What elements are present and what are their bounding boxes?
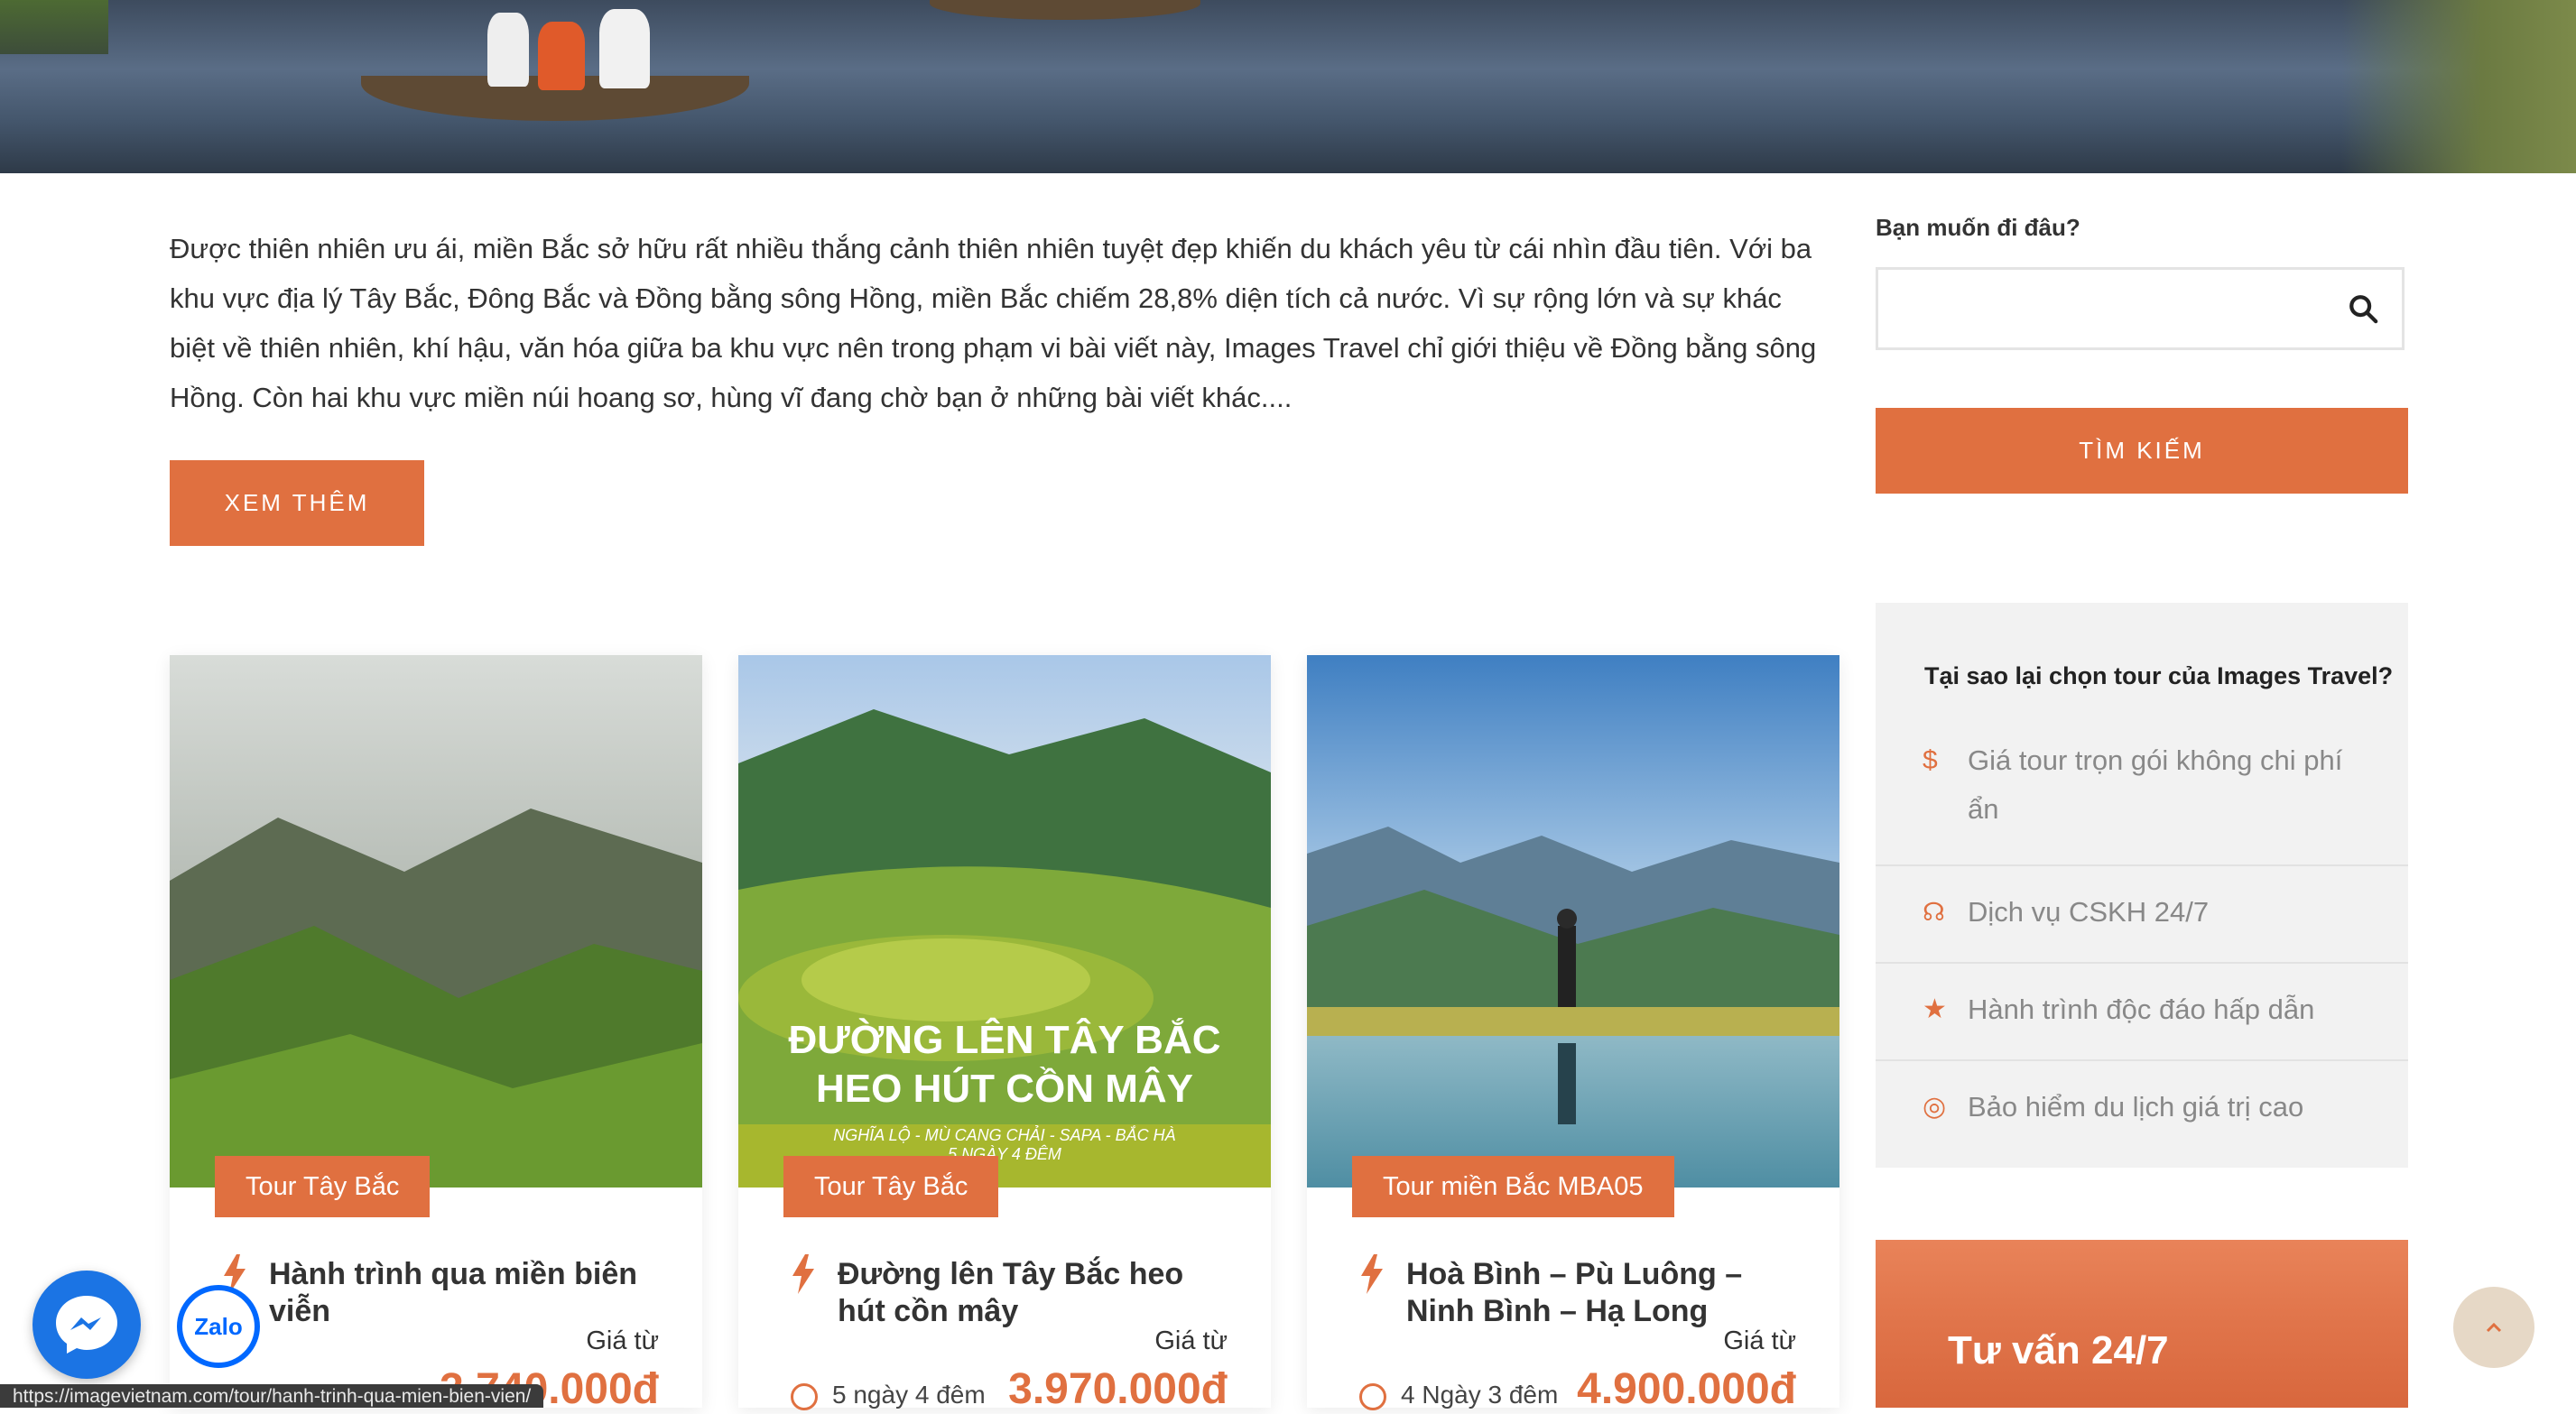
tour-card-title[interactable]: Hoà Bình – Pù Luông – Ninh Bình – Hạ Lon…: [1406, 1256, 1803, 1330]
dollar-icon: $: [1923, 745, 1938, 775]
poster-title: ĐƯỜNG LÊN TÂY BẮC: [788, 1018, 1221, 1062]
why-item-label: Dịch vụ CSKH 24/7: [1968, 896, 2210, 928]
intro-paragraph: Được thiên nhiên ưu ái, miền Bắc sở hữu …: [170, 233, 1817, 413]
tour-duration: 4 Ngày 3 đêm: [1359, 1381, 1558, 1410]
clock-icon: [1359, 1382, 1386, 1410]
messenger-icon: [56, 1296, 117, 1354]
tour-price: 3.970.000đ: [1008, 1365, 1228, 1413]
tour-duration: 5 ngày 4 đêm: [791, 1381, 986, 1410]
tour-card-image[interactable]: [1307, 655, 1839, 1188]
tour-category-tag[interactable]: Tour Tây Bắc: [783, 1156, 999, 1217]
search-button[interactable]: TÌM KIẾM: [1876, 408, 2408, 494]
advice-title: Tư vấn 24/7: [1948, 1328, 2169, 1372]
read-more-button[interactable]: XEM THÊM: [170, 460, 424, 546]
why-item-support: ☊ Dịch vụ CSKH 24/7: [1876, 864, 2408, 964]
hero-boat-rower: [487, 13, 529, 87]
why-item-label: Bảo hiểm du lịch giá trị cao: [1968, 1091, 2304, 1123]
hero-boat-far: [930, 0, 1200, 20]
messenger-button[interactable]: [32, 1271, 141, 1379]
tour-card-image[interactable]: ĐƯỜNG LÊN TÂY BẮC HEO HÚT CỒN MÂY NGHĨA …: [738, 655, 1271, 1188]
why-choose-box: Tại sao lại chọn tour của Images Travel?…: [1876, 603, 2408, 1168]
price-from-label: Giá từ: [586, 1326, 659, 1355]
why-choose-title: Tại sao lại chọn tour của Images Travel?: [1924, 662, 2394, 689]
bolt-icon: [792, 1254, 814, 1294]
poster-subtitle: NGHĨA LỘ - MÙ CANG CHẢI - SAPA - BẮC HÀ: [833, 1126, 1176, 1144]
chevron-up-icon: [2486, 1322, 2502, 1333]
tour-category-tag[interactable]: Tour Tây Bắc: [215, 1156, 431, 1217]
scroll-top-button[interactable]: [2453, 1287, 2534, 1368]
clock-icon: [791, 1382, 818, 1410]
why-item-label: Hành trình độc đáo hấp dẫn: [1968, 993, 2315, 1025]
bolt-icon: [1361, 1254, 1383, 1294]
duration-text: 4 Ngày 3 đêm: [1401, 1381, 1559, 1409]
duration-text: 5 ngày 4 đêm: [832, 1381, 986, 1409]
tour-card[interactable]: Tour Tây Bắc Hành trình qua miền biên vi…: [170, 655, 702, 1413]
tour-price: 4.900.000đ: [1577, 1365, 1796, 1413]
poster-title: HEO HÚT CỒN MÂY: [816, 1067, 1193, 1111]
price-from-label: Giá từ: [1723, 1326, 1796, 1355]
tour-card[interactable]: Tour miền Bắc MBA05 Hoà Bình – Pù Luông …: [1307, 655, 1839, 1413]
why-item-price: $ Giá tour trọn gói không chi phí ẩn: [1876, 736, 2408, 837]
headset-icon: ☊: [1923, 898, 1945, 926]
star-icon: ★: [1923, 994, 1947, 1024]
hero-grass-right: [2341, 0, 2576, 173]
tour-category-tag[interactable]: Tour miền Bắc MBA05: [1352, 1156, 1674, 1217]
tour-card-title[interactable]: Hành trình qua miền biên viễn: [269, 1256, 666, 1330]
search-box: [1876, 267, 2405, 350]
hero-boat-passenger: [538, 22, 585, 90]
tour-card-title[interactable]: Đường lên Tây Bắc heo hút cồn mây: [838, 1256, 1235, 1330]
price-from-label: Giá từ: [1154, 1326, 1228, 1355]
why-item-journey: ★ Hành trình độc đáo hấp dẫn: [1876, 962, 2408, 1061]
why-item-label: Giá tour trọn gói không chi phí ẩn: [1968, 744, 2343, 825]
why-item-insurance: ◎ Bảo hiểm du lịch giá trị cao: [1876, 1059, 2408, 1159]
status-url: https://imagevietnam.com/tour/hanh-trinh…: [0, 1384, 544, 1408]
hero-boat-guide: [599, 9, 650, 88]
search-icon[interactable]: [2348, 293, 2378, 324]
poster-text: ĐƯỜNG LÊN TÂY BẮC HEO HÚT CỒN MÂY NGHĨA …: [738, 1016, 1271, 1164]
lifebuoy-icon: ◎: [1923, 1092, 1947, 1122]
hero-grass-left: [0, 0, 108, 54]
tour-card[interactable]: ĐƯỜNG LÊN TÂY BẮC HEO HÚT CỒN MÂY NGHĨA …: [738, 655, 1271, 1413]
search-label: Bạn muốn đi đâu?: [1876, 214, 2080, 241]
tour-card-image[interactable]: [170, 655, 702, 1188]
advice-banner[interactable]: Tư vấn 24/7: [1876, 1240, 2408, 1408]
zalo-button[interactable]: Zalo: [177, 1285, 260, 1368]
search-input[interactable]: [1878, 270, 2331, 349]
hero-image: [0, 0, 2576, 173]
